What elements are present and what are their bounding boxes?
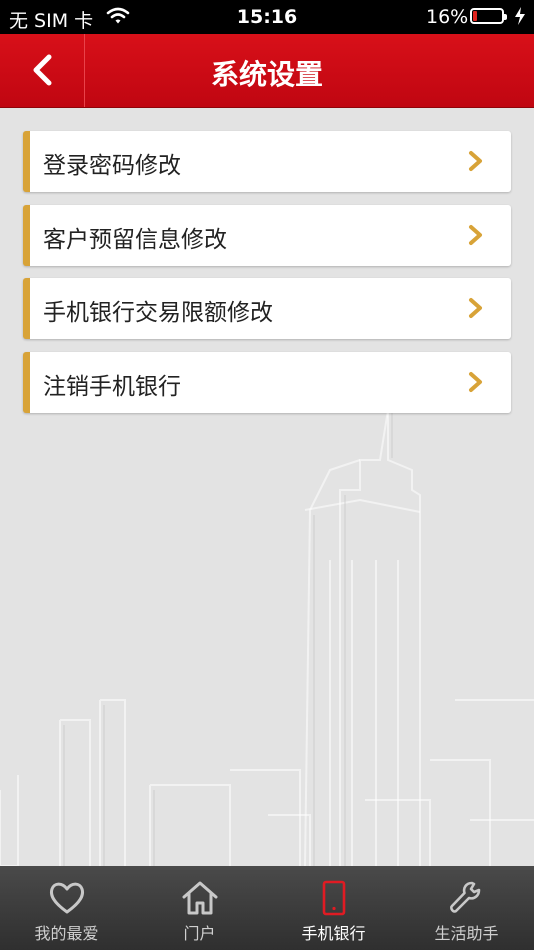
skyline-background-image: [0, 409, 534, 866]
menu-item-login-password[interactable]: 登录密码修改: [23, 131, 511, 192]
nav-bar: 系统设置: [0, 34, 534, 108]
menu-item-transaction-limit[interactable]: 手机银行交易限额修改: [23, 278, 511, 339]
chevron-right-icon: [468, 297, 484, 323]
chevron-right-icon: [468, 371, 484, 397]
home-icon: [133, 880, 266, 916]
menu-item-label: 登录密码修改: [43, 153, 181, 179]
mobile-phone-icon: [267, 880, 400, 916]
chevron-right-icon: [468, 224, 484, 250]
chevron-right-icon: [468, 150, 484, 176]
tab-favorites[interactable]: 我的最爱: [0, 866, 133, 950]
tab-label: 门户: [183, 924, 216, 943]
status-bar: 无 SIM 卡 15:16 16%: [0, 0, 534, 34]
charging-bolt-icon: [514, 6, 526, 31]
tab-label: 生活助手: [434, 924, 499, 943]
tab-label: 我的最爱: [34, 924, 99, 943]
tab-bar: 我的最爱 门户 手机银行 生活助手: [0, 866, 534, 950]
menu-item-reserved-info[interactable]: 客户预留信息修改: [23, 204, 511, 266]
battery-percent: 16%: [426, 6, 469, 28]
tab-life-assistant[interactable]: 生活助手: [400, 866, 533, 950]
tab-label: 手机银行: [301, 924, 366, 943]
menu-item-label: 客户预留信息修改: [43, 226, 227, 253]
menu-item-cancel-mobile-banking[interactable]: 注销手机银行: [23, 351, 511, 413]
wrench-icon: [400, 880, 533, 916]
battery-icon: [470, 8, 507, 24]
tab-mobile-banking[interactable]: 手机银行: [267, 866, 400, 950]
page-title: 系统设置: [210, 58, 323, 91]
menu-item-label: 注销手机银行: [43, 373, 181, 400]
settings-menu: 登录密码修改 客户预留信息修改 手机银行交易限额修改 注销手机银行: [23, 131, 511, 425]
battery-level-fill: [473, 11, 477, 21]
tab-portal[interactable]: 门户: [133, 866, 266, 950]
heart-icon: [0, 880, 133, 916]
menu-item-label: 手机银行交易限额修改: [43, 300, 273, 326]
